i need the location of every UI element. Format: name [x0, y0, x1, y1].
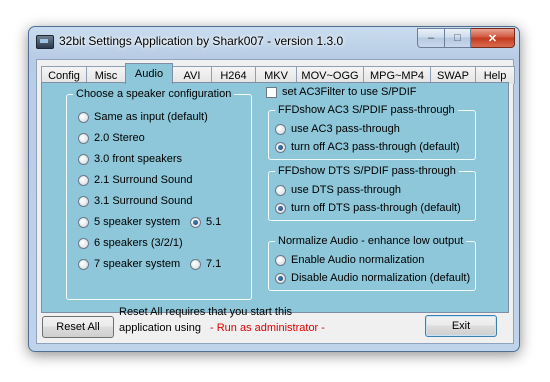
minimize-button[interactable]: –	[417, 28, 445, 48]
ac3-passthrough-off[interactable]: turn off AC3 pass-through (default)	[275, 141, 460, 153]
reset-note-line2: application using - Run as administrator…	[119, 321, 325, 336]
normalize-enable[interactable]: Enable Audio normalization	[275, 254, 424, 266]
radio-icon	[78, 132, 89, 144]
dts-spdif-group: FFDshow DTS S/PDIF pass-through use DTS …	[268, 165, 476, 221]
reset-note-line1: Reset All requires that you start this	[119, 306, 293, 318]
speaker-option-6-speakers[interactable]: 6 speakers (3/2/1)	[78, 237, 183, 249]
dts-passthrough-off[interactable]: turn off DTS pass-through (default)	[275, 202, 461, 214]
dts-passthrough-on[interactable]: use DTS pass-through	[275, 184, 401, 196]
maximize-icon: □	[454, 32, 461, 44]
reset-note-text: application using	[119, 322, 201, 334]
speaker-sub-option-7-1[interactable]: 7.1	[190, 258, 221, 270]
speaker-option-label: 6 speakers (3/2/1)	[94, 237, 183, 249]
dts-spdif-legend: FFDshow DTS S/PDIF pass-through	[275, 165, 459, 177]
minimize-icon: –	[427, 32, 435, 44]
exit-button[interactable]: Exit	[425, 315, 497, 337]
speaker-option-label: Same as input (default)	[94, 111, 208, 123]
checkbox-icon	[266, 86, 277, 98]
ac3-option-label: turn off AC3 pass-through (default)	[291, 141, 460, 153]
app-window: 32bit Settings Application by Shark007 -…	[28, 26, 520, 352]
speaker-config-legend: Choose a speaker configuration	[73, 88, 235, 100]
title-bar[interactable]: 32bit Settings Application by Shark007 -…	[29, 27, 519, 55]
speaker-sub-option-5-1[interactable]: 5.1	[190, 216, 221, 228]
speaker-option-label: 2.1 Surround Sound	[94, 174, 193, 186]
close-button[interactable]: ✕	[471, 28, 515, 48]
normalize-option-label: Disable Audio normalization (default)	[291, 272, 471, 284]
speaker-option-7-speaker[interactable]: 7 speaker system	[78, 258, 180, 270]
audio-tab-panel: Choose a speaker configuration Same as i…	[41, 82, 509, 313]
radio-selected-icon	[275, 202, 286, 214]
ac3-passthrough-on[interactable]: use AC3 pass-through	[275, 123, 400, 135]
speaker-option-2-1-surround[interactable]: 2.1 Surround Sound	[78, 174, 192, 186]
radio-icon	[78, 258, 89, 270]
dts-option-label: turn off DTS pass-through (default)	[291, 202, 461, 214]
speaker-config-group: Choose a speaker configuration Same as i…	[66, 88, 252, 300]
window-title: 32bit Settings Application by Shark007 -…	[59, 34, 344, 48]
speaker-option-label: 3.1 Surround Sound	[94, 195, 193, 207]
normalize-legend: Normalize Audio - enhance low output	[275, 235, 467, 247]
app-icon	[36, 35, 54, 49]
radio-icon	[275, 184, 286, 196]
radio-icon	[78, 111, 89, 123]
client-area: Config Misc Audio AVI H264 MKV MOV~OGG M…	[36, 59, 515, 344]
speaker-option-label: 5 speaker system	[94, 216, 181, 228]
speaker-option-label: 3.0 front speakers	[94, 153, 183, 165]
normalize-disable[interactable]: Disable Audio normalization (default)	[275, 272, 470, 284]
radio-icon	[78, 195, 89, 207]
radio-icon	[190, 258, 201, 270]
speaker-option-same-as-input[interactable]: Same as input (default)	[78, 111, 208, 123]
speaker-sub-option-label: 7.1	[206, 258, 222, 270]
run-as-admin-note: - Run as administrator -	[210, 322, 325, 334]
radio-selected-icon	[275, 272, 286, 284]
radio-icon	[275, 254, 286, 266]
speaker-option-2-0-stereo[interactable]: 2.0 Stereo	[78, 132, 145, 144]
speaker-sub-option-label: 5.1	[206, 216, 222, 228]
radio-icon	[78, 174, 89, 186]
speaker-option-3-1-surround[interactable]: 3.1 Surround Sound	[78, 195, 192, 207]
speaker-option-label: 2.0 Stereo	[94, 132, 145, 144]
reset-all-button[interactable]: Reset All	[42, 316, 114, 338]
radio-icon	[78, 237, 89, 249]
ac3-spdif-legend: FFDshow AC3 S/PDIF pass-through	[275, 104, 458, 116]
ac3filter-label: set AC3Filter to use S/PDIF	[282, 86, 417, 98]
normalize-option-label: Enable Audio normalization	[291, 254, 425, 266]
radio-selected-icon	[275, 141, 286, 153]
speaker-option-3-0-front[interactable]: 3.0 front speakers	[78, 153, 182, 165]
radio-icon	[78, 153, 89, 165]
radio-icon	[78, 216, 89, 228]
normalize-audio-group: Normalize Audio - enhance low output Ena…	[268, 235, 476, 291]
speaker-option-5-speaker[interactable]: 5 speaker system	[78, 216, 180, 228]
ac3-option-label: use AC3 pass-through	[291, 123, 400, 135]
speaker-option-label: 7 speaker system	[94, 258, 181, 270]
radio-selected-icon	[190, 216, 201, 228]
caption-buttons: – □ ✕	[417, 28, 515, 48]
ac3-spdif-group: FFDshow AC3 S/PDIF pass-through use AC3 …	[268, 104, 476, 160]
ac3filter-checkbox[interactable]: set AC3Filter to use S/PDIF	[266, 86, 417, 98]
tab-audio[interactable]: Audio	[125, 63, 173, 84]
maximize-button[interactable]: □	[445, 28, 471, 48]
dts-option-label: use DTS pass-through	[291, 184, 402, 196]
tab-strip: Config Misc Audio AVI H264 MKV MOV~OGG M…	[41, 63, 515, 84]
radio-icon	[275, 123, 286, 135]
close-icon: ✕	[487, 32, 498, 45]
